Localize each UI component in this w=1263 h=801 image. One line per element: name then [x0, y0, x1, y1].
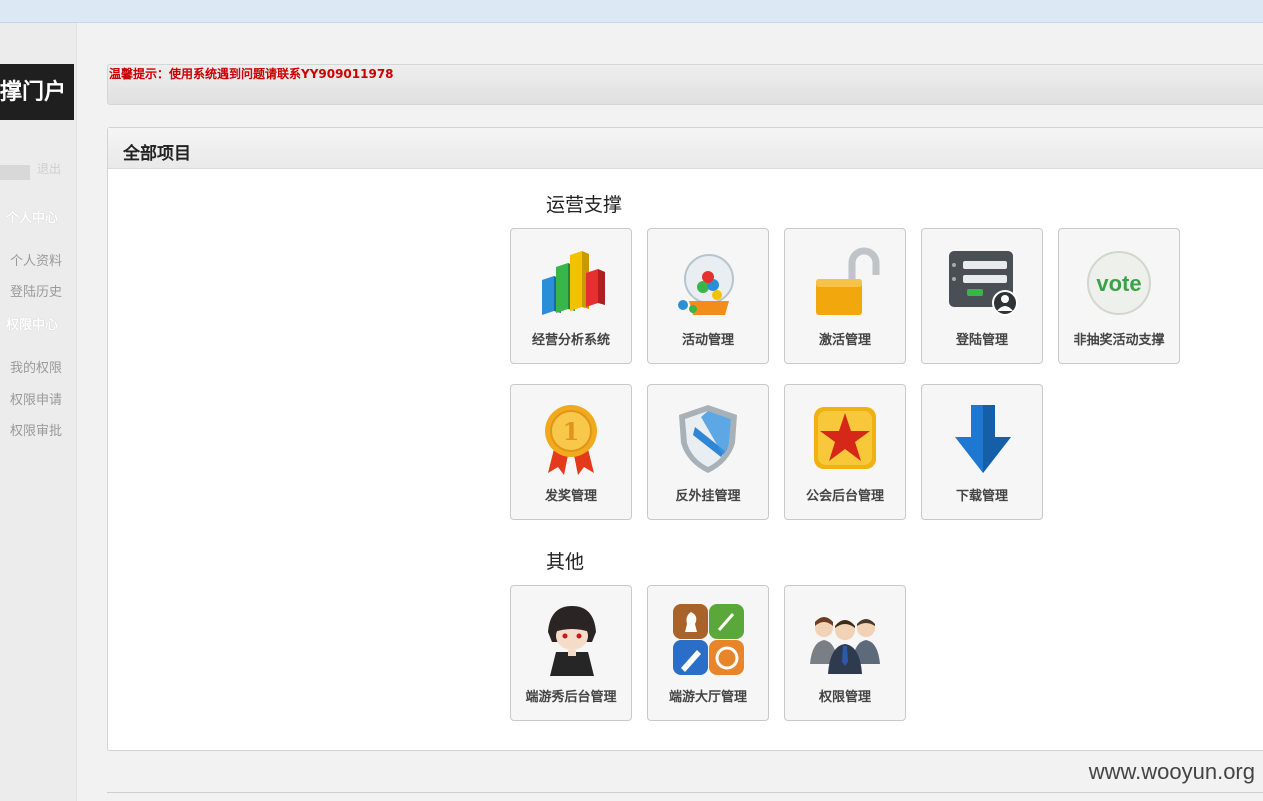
- unlock-icon: [816, 247, 880, 315]
- watermark: www.wooyun.org: [1088, 759, 1255, 784]
- avatar: [0, 165, 30, 180]
- projects-panel: 全部项目 运营支撑 经营分析系统 活动管理 激活管理 登陆管理 vote 非抽奖…: [107, 127, 1263, 751]
- tile-activation-management[interactable]: 激活管理: [784, 228, 906, 364]
- sidebar: 撑门户 退出 个人中心 个人资料 登陆历史 权限中心 我的权限 权限申请 权限审…: [0, 23, 77, 801]
- tile-permission-management[interactable]: 权限管理: [784, 585, 906, 721]
- tile-download-management[interactable]: 下载管理: [921, 384, 1043, 520]
- svg-text:1: 1: [563, 417, 580, 446]
- tile-business-analysis[interactable]: 经营分析系统: [510, 228, 632, 364]
- logout-link[interactable]: 退出: [37, 160, 61, 177]
- vote-icon: vote: [1087, 251, 1151, 315]
- group-title-operations: 运营支撑: [546, 194, 623, 216]
- star-icon: [814, 407, 876, 469]
- tile-label: 经营分析系统: [531, 333, 610, 348]
- tile-game-show-admin[interactable]: 端游秀后台管理: [510, 585, 632, 721]
- tile-label: 权限管理: [818, 690, 871, 705]
- medal-icon: 1: [545, 405, 597, 475]
- sidebar-item-login-history[interactable]: 登陆历史: [10, 281, 62, 300]
- tile-non-lottery-support[interactable]: vote 非抽奖活动支撑: [1058, 228, 1180, 364]
- panel-header: 全部项目: [108, 128, 1263, 169]
- tile-login-management[interactable]: 登陆管理: [921, 228, 1043, 364]
- sidebar-item-my-permissions[interactable]: 我的权限: [10, 357, 62, 376]
- tile-label: 公会后台管理: [805, 489, 884, 504]
- tile-label: 发奖管理: [544, 489, 597, 504]
- section-personal-center[interactable]: 个人中心: [6, 207, 58, 226]
- lottery-machine-icon: [678, 254, 734, 315]
- svg-text:vote: vote: [1096, 271, 1141, 296]
- tile-label: 登陆管理: [955, 333, 1008, 348]
- portal-brand: 撑门户: [0, 64, 74, 120]
- group-title-other: 其他: [546, 551, 585, 573]
- tile-guild-admin-management[interactable]: 公会后台管理: [784, 384, 906, 520]
- game-center-icon: [673, 604, 744, 675]
- bar-chart-icon: [542, 251, 605, 315]
- notice-bar: 温馨提示：使用系统遇到问题请联系YY909011978: [107, 64, 1263, 105]
- tile-label: 激活管理: [818, 333, 871, 348]
- login-form-icon: [949, 251, 1018, 316]
- tile-prize-management[interactable]: 1 发奖管理: [510, 384, 632, 520]
- people-icon: [810, 617, 880, 674]
- tile-label: 端游大厅管理: [668, 690, 747, 705]
- browser-top-bar: [0, 0, 1263, 23]
- sidebar-item-profile[interactable]: 个人资料: [10, 250, 62, 269]
- sidebar-item-permission-approval[interactable]: 权限审批: [10, 420, 62, 439]
- tile-anti-cheat-management[interactable]: 反外挂管理: [647, 384, 769, 520]
- tile-label: 端游秀后台管理: [525, 690, 617, 705]
- footer-divider: [107, 792, 1263, 793]
- anime-avatar-icon: [548, 606, 596, 676]
- tile-label: 反外挂管理: [675, 489, 741, 504]
- sidebar-item-permission-request[interactable]: 权限申请: [10, 389, 62, 408]
- download-arrow-icon: [955, 405, 1011, 473]
- tile-label: 下载管理: [955, 489, 1008, 504]
- section-permission-center[interactable]: 权限中心: [6, 314, 58, 333]
- notice-text: 温馨提示：使用系统遇到问题请联系YY909011978: [109, 67, 394, 81]
- tile-label: 非抽奖活动支撑: [1073, 333, 1165, 348]
- tile-activity-management[interactable]: 活动管理: [647, 228, 769, 364]
- tile-game-lobby-management[interactable]: 端游大厅管理: [647, 585, 769, 721]
- tile-label: 活动管理: [681, 333, 734, 348]
- shield-icon: [679, 405, 737, 473]
- panel-title: 全部项目: [123, 144, 191, 164]
